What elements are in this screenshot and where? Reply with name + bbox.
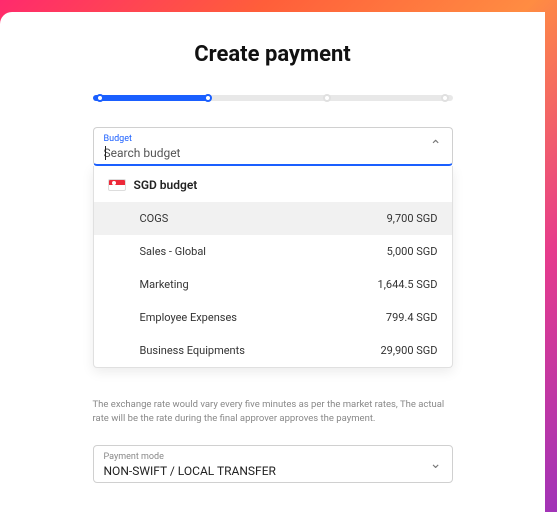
budget-parent-row[interactable]: SGD budget (94, 166, 452, 202)
progress-fill (93, 95, 208, 101)
budget-item-name: COGS (140, 212, 169, 225)
payment-mode-field[interactable]: Payment mode NON-SWIFT / LOCAL TRANSFER … (93, 445, 453, 483)
progress-step-3[interactable] (323, 94, 331, 102)
budget-item[interactable]: Marketing 1,644.5 SGD (94, 268, 452, 301)
budget-item[interactable]: COGS 9,700 SGD (94, 202, 452, 235)
budget-item-name: Business Equipments (140, 344, 245, 357)
budget-item-name: Marketing (140, 278, 189, 291)
progress-step-2[interactable] (204, 94, 212, 102)
chevron-up-icon[interactable]: ⌃ (430, 138, 442, 154)
budget-item[interactable]: Employee Expenses 799.4 SGD (94, 301, 452, 334)
budget-field[interactable]: Budget Search budget ⌃ (93, 127, 453, 166)
exchange-rate-note: The exchange rate would vary every five … (93, 398, 453, 427)
payment-mode-value: NON-SWIFT / LOCAL TRANSFER (104, 464, 442, 478)
budget-item-amount: 29,900 SGD (380, 344, 437, 357)
page-title: Create payment (0, 42, 545, 67)
budget-label: Budget (104, 134, 442, 144)
payment-mode-label: Payment mode (104, 452, 442, 462)
budget-item-amount: 1,644.5 SGD (378, 278, 438, 291)
budget-item[interactable]: Sales - Global 5,000 SGD (94, 235, 452, 268)
budget-item-name: Employee Expenses (140, 311, 237, 324)
progress-bar (93, 95, 453, 101)
budget-item-amount: 9,700 SGD (387, 212, 438, 225)
budget-item-name: Sales - Global (140, 245, 206, 258)
singapore-flag-icon (108, 179, 126, 191)
budget-item-amount: 799.4 SGD (386, 311, 438, 324)
budget-search-input[interactable]: Search budget (104, 146, 442, 160)
progress-step-4[interactable] (441, 94, 449, 102)
chevron-down-icon[interactable]: ⌄ (430, 456, 442, 472)
progress-step-1[interactable] (96, 94, 104, 102)
budget-item-amount: 5,000 SGD (387, 245, 438, 258)
budget-parent-label: SGD budget (134, 178, 198, 192)
budget-dropdown: SGD budget COGS 9,700 SGD Sales - Global… (93, 166, 453, 368)
budget-item[interactable]: Business Equipments 29,900 SGD (94, 334, 452, 367)
